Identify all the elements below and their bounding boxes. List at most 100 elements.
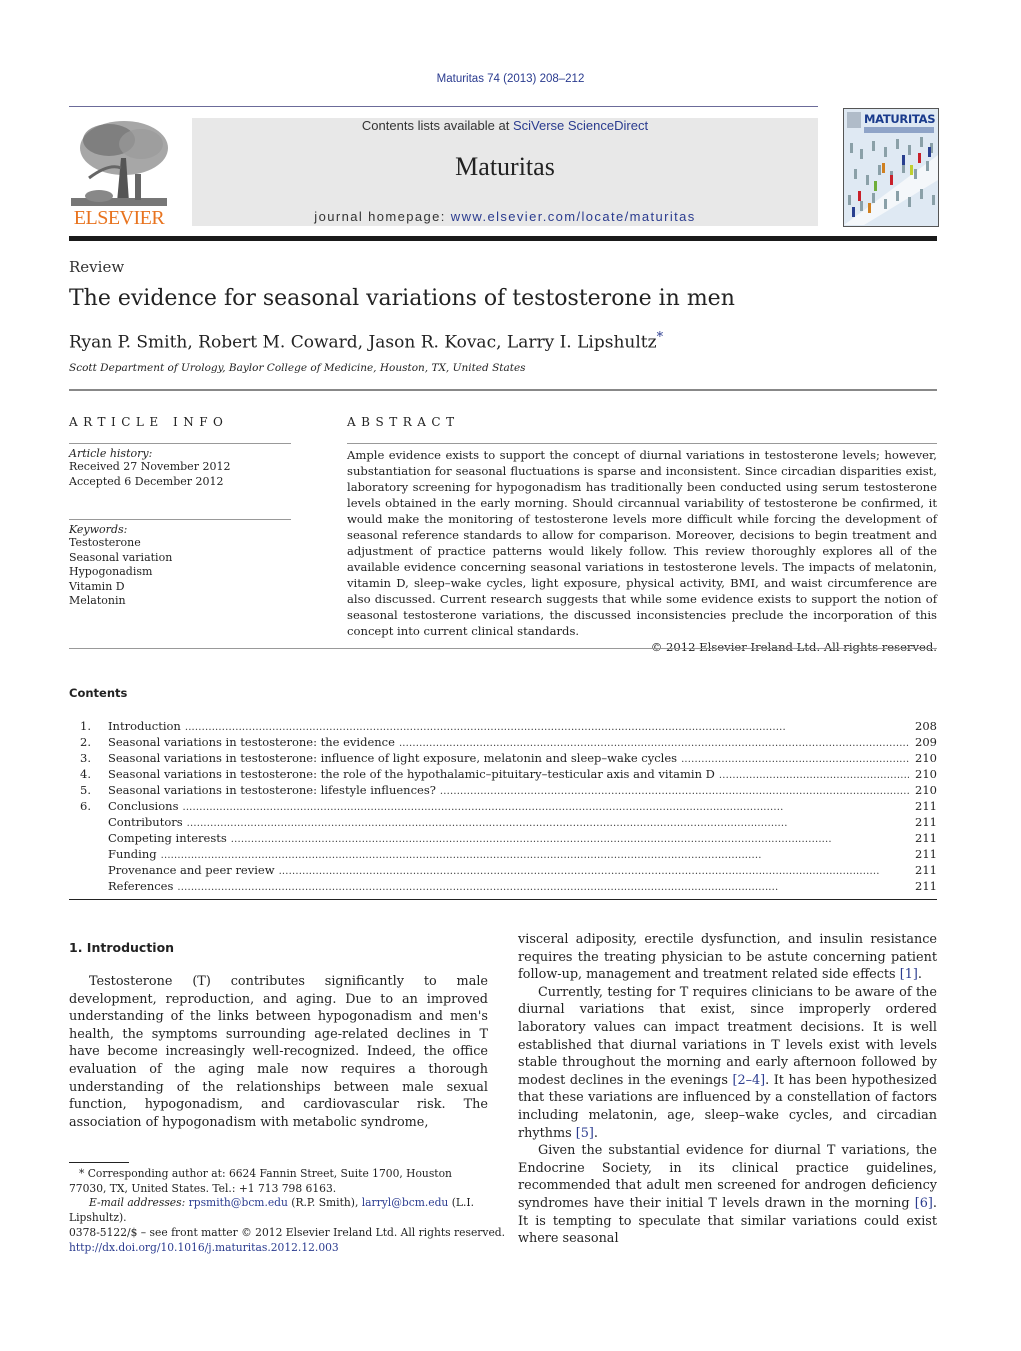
toc-number: 2. xyxy=(80,735,91,749)
toc-label: Provenance and peer review xyxy=(108,863,275,877)
abstract-rule xyxy=(347,443,937,444)
article-history: Article history: Received 27 November 20… xyxy=(69,447,291,489)
toc-page-number: 211 xyxy=(915,831,937,845)
toc-entry[interactable]: Provenance and peer review 211 xyxy=(69,862,937,878)
toc-entry[interactable]: 1. Introduction 208 xyxy=(69,718,937,734)
front-matter: 0378-5122/$ – see front matter © 2012 El… xyxy=(69,1226,509,1255)
body-right-column: visceral adiposity, erectile dysfunction… xyxy=(518,931,937,1248)
toc-number: 6. xyxy=(80,799,91,813)
toc-entry[interactable]: 6. Conclusions 211 xyxy=(69,798,937,814)
corresponding-author-mark[interactable]: * xyxy=(657,330,664,345)
abstract-text: Ample evidence exists to support the con… xyxy=(347,448,937,638)
body-paragraph: visceral adiposity, erectile dysfunction… xyxy=(518,932,937,983)
toc-number: 1. xyxy=(80,719,91,733)
abstract-body: Ample evidence exists to support the con… xyxy=(347,447,937,655)
toc-page-number: 209 xyxy=(915,735,937,749)
citation-link[interactable]: [6] xyxy=(915,1196,933,1211)
contents-available-line: Contents lists available at SciVerse Sci… xyxy=(361,118,649,133)
keywords-label: Keywords: xyxy=(69,523,128,536)
section-heading-introduction: 1. Introduction xyxy=(69,940,175,955)
author-list: Ryan P. Smith, Robert M. Coward, Jason R… xyxy=(69,330,664,353)
toc-label: Introduction xyxy=(108,719,181,733)
toc-page-number: 211 xyxy=(915,799,937,813)
toc-page-number: 210 xyxy=(915,767,937,781)
title-block-rule xyxy=(69,389,937,391)
toc-entry[interactable]: Competing interests 211 xyxy=(69,830,937,846)
toc-entry[interactable]: Contributors 211 xyxy=(69,814,937,830)
toc-leader-dots xyxy=(177,878,909,896)
front-matter-text: 0378-5122/$ – see front matter © 2012 El… xyxy=(69,1226,506,1239)
toc-label: References xyxy=(108,879,174,893)
header-thick-rule xyxy=(69,236,937,241)
toc-page-number: 211 xyxy=(915,815,937,829)
toc-entry[interactable]: References 211 xyxy=(69,878,937,894)
body-paragraph: Testosterone (T) contributes significant… xyxy=(69,974,488,1130)
toc-number: 5. xyxy=(80,783,91,797)
toc-page-number: 210 xyxy=(915,751,937,765)
header-rule xyxy=(69,106,818,107)
sciencedirect-link[interactable]: SciVerse ScienceDirect xyxy=(513,118,648,133)
footnote-rule xyxy=(69,1162,129,1163)
history-label: Article history: xyxy=(69,447,153,460)
keywords-rule xyxy=(69,519,291,520)
citation-link[interactable]: [2–4] xyxy=(732,1073,765,1088)
article-info-heading: ARTICLE INFO xyxy=(69,415,229,429)
elsevier-logo: ELSEVIER xyxy=(69,118,169,230)
toc-label: Seasonal variations in testosterone: inf… xyxy=(108,751,678,765)
journal-banner: Contents lists available at SciVerse Sci… xyxy=(192,118,818,226)
cover-badge xyxy=(847,112,861,128)
toc-page-number: 211 xyxy=(915,879,937,893)
email-footnote: E-mail addresses: rpsmith@bcm.edu (R.P. … xyxy=(69,1196,474,1224)
homepage-link[interactable]: www.elsevier.com/locate/maturitas xyxy=(451,209,696,224)
journal-cover-image: MATURITAS xyxy=(843,108,939,227)
keyword: Seasonal variation xyxy=(69,550,173,564)
toc-label: Seasonal variations in testosterone: lif… xyxy=(108,783,436,797)
cover-subtitle-bar xyxy=(864,127,934,133)
toc-label: Competing interests xyxy=(108,831,227,845)
body-paragraph: Given the substantial evidence for diurn… xyxy=(518,1143,937,1247)
toc-page-number: 210 xyxy=(915,783,937,797)
article-category: Review xyxy=(69,258,125,276)
cover-figures-illustration xyxy=(844,137,938,225)
toc-entry[interactable]: Funding 211 xyxy=(69,846,937,862)
keyword: Vitamin D xyxy=(69,579,125,593)
abstract-copyright: © 2012 Elsevier Ireland Ltd. All rights … xyxy=(650,640,937,654)
affiliation: Scott Department of Urology, Baylor Coll… xyxy=(69,362,526,374)
toc-page-number: 211 xyxy=(915,863,937,877)
email-link[interactable]: larryl@bcm.edu xyxy=(362,1196,449,1209)
toc-entry[interactable]: 5. Seasonal variations in testosterone: l… xyxy=(69,782,937,798)
body-left-column: Testosterone (T) contributes significant… xyxy=(69,973,488,1131)
toc-label: Funding xyxy=(108,847,157,861)
corresponding-author-footnote: * Corresponding author at: 6624 Fannin S… xyxy=(69,1167,452,1195)
contents-bottom-rule xyxy=(69,899,937,900)
journal-title: Maturitas xyxy=(455,152,555,181)
publisher-wordmark: ELSEVIER xyxy=(73,207,165,229)
footnotes: * Corresponding author at: 6624 Fannin S… xyxy=(69,1167,488,1225)
elsevier-tree-icon xyxy=(69,118,169,210)
toc-label: Seasonal variations in testosterone: the… xyxy=(108,735,395,749)
toc-entry[interactable]: 3. Seasonal variations in testosterone: i… xyxy=(69,750,937,766)
abstract-heading: ABSTRACT xyxy=(347,415,460,429)
cover-title: MATURITAS xyxy=(864,112,936,126)
body-paragraph: Currently, testing for T requires clinic… xyxy=(518,984,938,1141)
toc-entry[interactable]: 2. Seasonal variations in testosterone: t… xyxy=(69,734,937,750)
toc-number: 3. xyxy=(80,751,91,765)
toc-number: 4. xyxy=(80,767,91,781)
journal-reference[interactable]: Maturitas 74 (2013) 208–212 xyxy=(0,73,1021,85)
table-of-contents: 1. Introduction 208 2. Seasonal variations i… xyxy=(69,718,937,894)
article-info-rule xyxy=(69,443,291,444)
toc-page-number: 211 xyxy=(915,847,937,861)
keyword: Hypogonadism xyxy=(69,565,153,578)
doi-link[interactable]: http://dx.doi.org/10.1016/j.maturitas.20… xyxy=(69,1241,509,1256)
contents-heading: Contents xyxy=(69,686,128,700)
toc-entry[interactable]: 4. Seasonal variations in testosterone: t… xyxy=(69,766,937,782)
citation-link[interactable]: [1] xyxy=(900,967,918,982)
keyword: Testosterone xyxy=(69,536,141,549)
accepted-date: Accepted 6 December 2012 xyxy=(69,474,224,488)
article-title: The evidence for seasonal variations of … xyxy=(69,286,735,311)
citation-link[interactable]: [5] xyxy=(576,1126,594,1141)
email-link[interactable]: rpsmith@bcm.edu xyxy=(189,1196,288,1209)
journal-homepage-line: journal homepage: www.elsevier.com/locat… xyxy=(314,209,696,224)
toc-label: Contributors xyxy=(108,815,183,829)
keyword: Melatonin xyxy=(69,594,126,607)
